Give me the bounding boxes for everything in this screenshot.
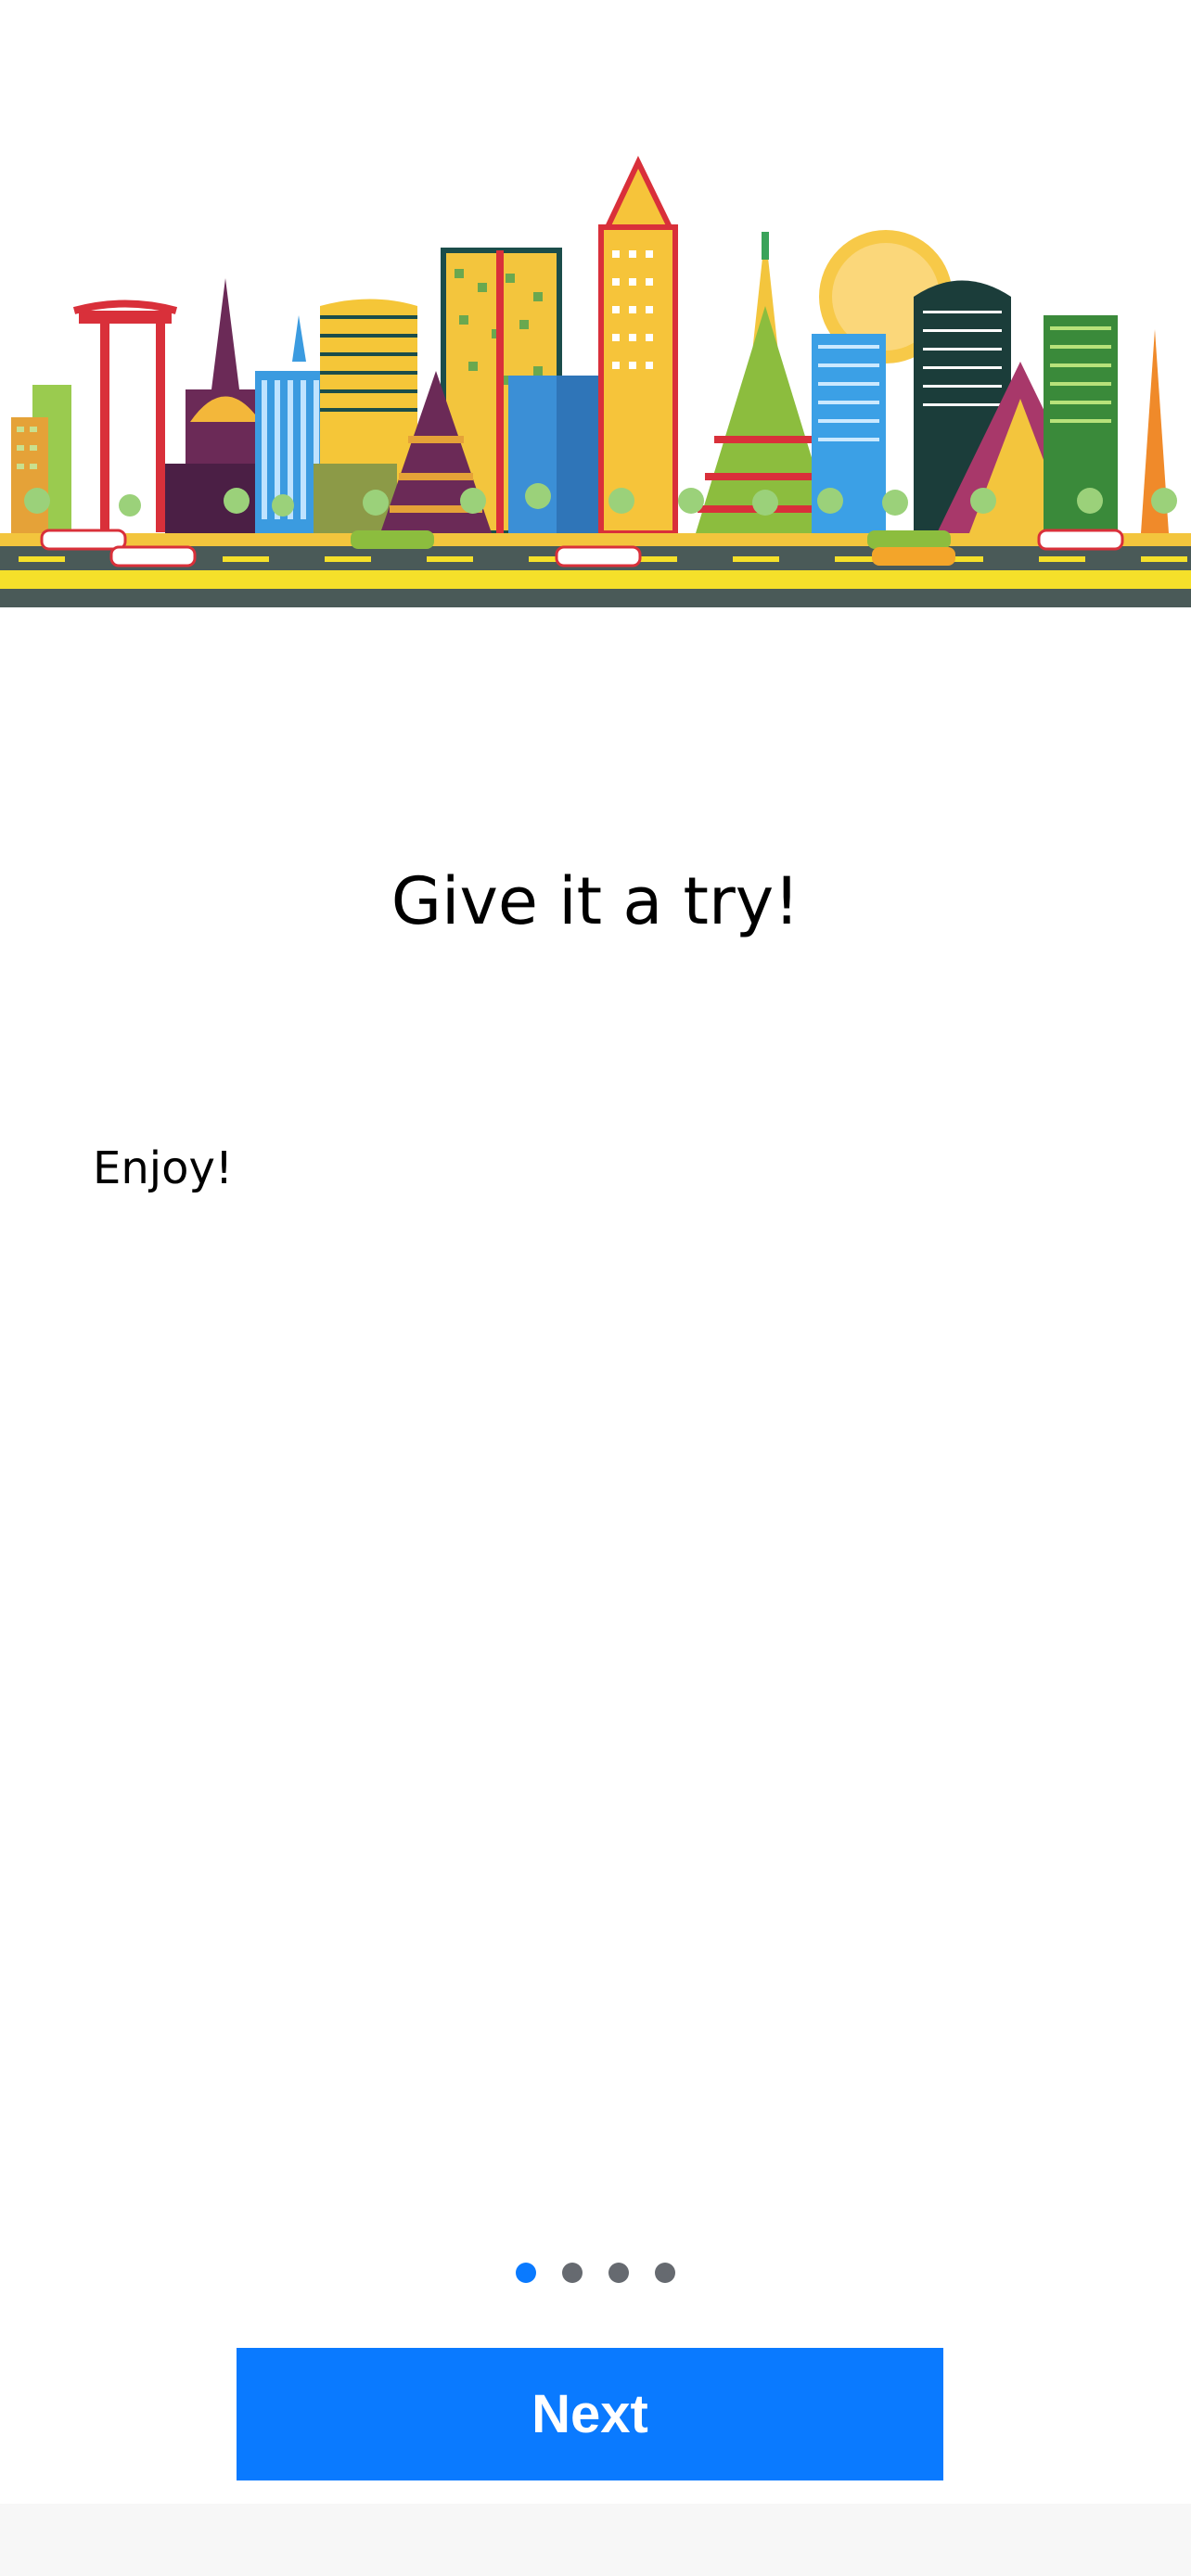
onboarding-screen: Give it a try! Enjoy! Next <box>0 0 1191 2576</box>
page-dot-1-active[interactable] <box>516 2263 536 2283</box>
city-skyline-illustration <box>0 0 1191 612</box>
page-indicator[interactable] <box>0 2263 1191 2283</box>
onboarding-title: Give it a try! <box>391 863 800 939</box>
page-dot-4[interactable] <box>655 2263 675 2283</box>
onboarding-body-text: Enjoy! <box>93 1142 234 1194</box>
page-dot-2[interactable] <box>562 2263 583 2283</box>
page-dot-3[interactable] <box>608 2263 629 2283</box>
bottom-safe-area <box>0 2504 1191 2576</box>
next-button[interactable]: Next <box>237 2348 943 2480</box>
